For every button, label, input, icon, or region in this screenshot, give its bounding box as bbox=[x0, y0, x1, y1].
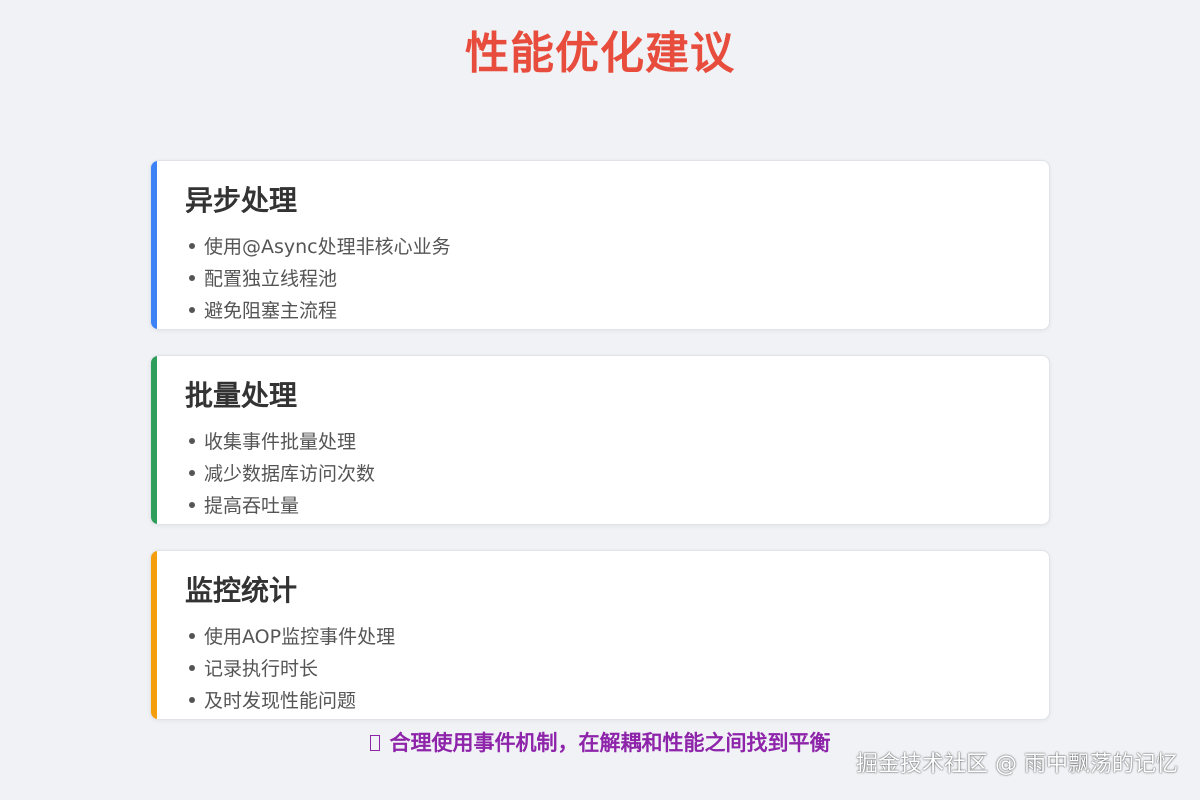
card-heading: 异步处理 bbox=[185, 184, 298, 217]
list-item: 记录执行时长 bbox=[189, 653, 1049, 685]
bullet-icon bbox=[189, 242, 195, 249]
list-item: 使用@Async处理非核心业务 bbox=[189, 231, 1049, 263]
suggestion-cards: 异步处理 使用@Async处理非核心业务 配置独立线程池 避免阻塞主流程 批量处… bbox=[150, 160, 1050, 745]
card-monitoring: 监控统计 使用AOP监控事件处理 记录执行时长 及时发现性能问题 bbox=[150, 550, 1050, 720]
list-item-text: 收集事件批量处理 bbox=[204, 431, 357, 453]
card-async: 异步处理 使用@Async处理非核心业务 配置独立线程池 避免阻塞主流程 bbox=[150, 160, 1050, 330]
bullet-icon bbox=[189, 632, 195, 639]
bullet-icon bbox=[189, 469, 195, 476]
card-item-list: 收集事件批量处理 减少数据库访问次数 提高吞吐量 bbox=[185, 426, 1049, 522]
list-item: 提高吞吐量 bbox=[189, 490, 1049, 522]
tip-text: 合理使用事件机制，在解耦和性能之间找到平衡 bbox=[389, 731, 831, 755]
card-item-list: 使用AOP监控事件处理 记录执行时长 及时发现性能问题 bbox=[185, 621, 1049, 717]
list-item-text: 提高吞吐量 bbox=[204, 495, 300, 517]
list-item-text: 记录执行时长 bbox=[204, 658, 319, 680]
card-accent-bar bbox=[151, 161, 157, 329]
list-item-text: 使用AOP监控事件处理 bbox=[204, 626, 396, 648]
card-item-list: 使用@Async处理非核心业务 配置独立线程池 避免阻塞主流程 bbox=[185, 231, 1049, 327]
bullet-icon bbox=[189, 437, 195, 444]
list-item: 使用AOP监控事件处理 bbox=[189, 621, 1049, 653]
list-item-text: 使用@Async处理非核心业务 bbox=[204, 236, 451, 258]
watermark: 掘金技术社区 @ 雨中飘荡的记忆 bbox=[856, 752, 1178, 777]
card-heading: 批量处理 bbox=[185, 379, 298, 412]
list-item-text: 减少数据库访问次数 bbox=[204, 463, 376, 485]
bullet-icon bbox=[189, 274, 195, 281]
list-item: 避免阻塞主流程 bbox=[189, 295, 1049, 327]
list-item: 及时发现性能问题 bbox=[189, 685, 1049, 717]
list-item-text: 及时发现性能问题 bbox=[204, 690, 357, 712]
list-item: 减少数据库访问次数 bbox=[189, 458, 1049, 490]
list-item-text: 配置独立线程池 bbox=[204, 268, 338, 290]
card-accent-bar bbox=[151, 356, 157, 524]
lightbulb-icon bbox=[369, 735, 380, 751]
list-item: 收集事件批量处理 bbox=[189, 426, 1049, 458]
card-accent-bar bbox=[151, 551, 157, 719]
page-title: 性能优化建议 bbox=[465, 28, 735, 79]
bullet-icon bbox=[189, 306, 195, 313]
card-heading: 监控统计 bbox=[185, 574, 298, 607]
bullet-icon bbox=[189, 696, 195, 703]
bullet-icon bbox=[189, 501, 195, 508]
list-item: 配置独立线程池 bbox=[189, 263, 1049, 295]
card-batch: 批量处理 收集事件批量处理 减少数据库访问次数 提高吞吐量 bbox=[150, 355, 1050, 525]
list-item-text: 避免阻塞主流程 bbox=[204, 300, 338, 322]
bullet-icon bbox=[189, 664, 195, 671]
